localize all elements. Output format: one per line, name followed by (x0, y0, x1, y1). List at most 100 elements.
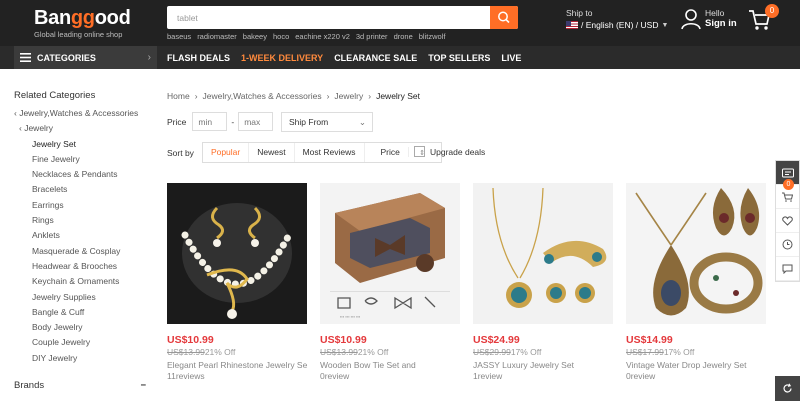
hot-word[interactable]: baseus (167, 32, 191, 41)
sort-bar: Sort by Popular Newest Most Reviews Pric… (167, 142, 443, 163)
ship-to-selector[interactable]: Ship to / English (EN) / USD ▼ (566, 8, 668, 30)
product-image[interactable] (626, 183, 766, 324)
wishlist-button[interactable] (776, 209, 799, 233)
product-title[interactable]: JASSY Luxury Jewelry Set (473, 360, 613, 370)
us-flag-icon (566, 21, 578, 29)
cart-icon (782, 192, 793, 202)
upgrade-deals-label: Upgrade deals (430, 146, 486, 157)
product-price: US$14.99 (626, 334, 673, 346)
caret-down-icon: ▼ (661, 21, 669, 29)
upgrade-deals-checkbox[interactable] (414, 146, 425, 157)
breadcrumb-jewelry-watches[interactable]: Jewelry,Watches & Accessories (203, 91, 322, 101)
refresh-icon (783, 383, 792, 393)
logo[interactable]: Banggood (34, 7, 131, 30)
rail-cart-badge: 0 (783, 179, 794, 190)
search-input[interactable] (167, 6, 487, 29)
service-button[interactable] (776, 257, 799, 281)
product-old-price: US$17.9917% Off (626, 347, 695, 357)
hot-word[interactable]: drone (394, 32, 413, 41)
sidebar-item[interactable]: Fine Jewelry (14, 152, 154, 167)
ship-to-label: Ship to (566, 8, 593, 18)
product-price: US$10.99 (167, 334, 214, 346)
search-bar (167, 6, 518, 29)
product-reviews[interactable]: 1review (473, 371, 613, 381)
product-card[interactable]: US$24.99 US$29.9917% Off JASSY Luxury Je… (473, 183, 613, 381)
rail-cart-button[interactable]: 0 (776, 179, 799, 209)
right-floating-toolbar: 0 (775, 160, 800, 282)
svg-text:▪▪▪ ▪▪▪ ▪▪▪ ▪▪▪: ▪▪▪ ▪▪▪ ▪▪▪ ▪▪▪ (340, 314, 361, 319)
brands-label: Brands (14, 380, 45, 391)
nav-top-sellers[interactable]: TOP SELLERS (428, 53, 490, 63)
nav-live[interactable]: LIVE (501, 53, 521, 63)
product-title[interactable]: Elegant Pearl Rhinestone Jewelry Set (167, 360, 307, 370)
hot-word[interactable]: hoco (273, 32, 289, 41)
sidebar-item[interactable]: Body Jewelry (14, 320, 154, 335)
sidebar-item[interactable]: Bracelets (14, 182, 154, 197)
categories-button[interactable]: CATEGORIES › (14, 46, 157, 69)
product-reviews[interactable]: 0review (320, 371, 460, 381)
sidebar-item[interactable]: DIY Jewelry (14, 351, 154, 366)
search-button[interactable] (490, 6, 518, 29)
product-card[interactable]: US$14.99 US$17.9917% Off Vintage Water D… (626, 183, 766, 381)
hot-word[interactable]: blitzwolf (419, 32, 446, 41)
sidebar-item[interactable]: Keychain & Ornaments (14, 274, 154, 289)
ship-from-label: Ship From (289, 117, 329, 127)
price-label: Price (167, 116, 187, 127)
brands-filter-toggle[interactable]: Brands − (14, 380, 146, 391)
sidebar-item[interactable]: Bangle & Cuff (14, 305, 154, 320)
product-title[interactable]: Vintage Water Drop Jewelry Set (626, 360, 766, 370)
breadcrumb-jewelry[interactable]: Jewelry (334, 91, 363, 101)
sidebar-item[interactable]: Anklets (14, 228, 154, 243)
product-card[interactable]: ▪▪▪ ▪▪▪ ▪▪▪ ▪▪▪ US$10.99 US$13.9921% Off… (320, 183, 460, 381)
ship-from-dropdown[interactable]: Ship From ⌄ (281, 112, 373, 132)
history-button[interactable] (776, 233, 799, 257)
sidebar-item[interactable]: Headwear & Brooches (14, 259, 154, 274)
upgrade-deals-filter[interactable]: Upgrade deals (414, 146, 485, 157)
account-menu[interactable]: Hello Sign in (681, 8, 737, 30)
sidebar-item-jewelry-set[interactable]: Jewelry Set (14, 137, 154, 152)
top-header: Banggood Global leading online shop base… (0, 0, 800, 46)
sidebar-item[interactable]: Masquerade & Cosplay (14, 244, 154, 259)
product-image[interactable] (473, 183, 613, 324)
breadcrumb-home[interactable]: Home (167, 91, 190, 101)
product-card[interactable]: US$10.99 US$13.9921% Off Elegant Pearl R… (167, 183, 307, 381)
breadcrumb-separator: › (368, 91, 372, 101)
nav-flash-deals[interactable]: FLASH DEALS (167, 53, 230, 63)
clock-icon (782, 239, 793, 250)
hot-word[interactable]: bakeey (243, 32, 267, 41)
sort-newest[interactable]: Newest (249, 143, 295, 162)
wooden-bow-tie-set-image: ▪▪▪ ▪▪▪ ▪▪▪ ▪▪▪ (320, 183, 460, 324)
sidebar-item[interactable]: Rings (14, 213, 154, 228)
nav-1-week-delivery[interactable]: 1-WEEK DELIVERY (241, 53, 323, 63)
chat-icon (782, 264, 793, 274)
product-reviews[interactable]: 0review (626, 371, 766, 381)
breadcrumb-separator: › (194, 91, 198, 101)
product-image[interactable]: ▪▪▪ ▪▪▪ ▪▪▪ ▪▪▪ (320, 183, 460, 324)
product-title[interactable]: Wooden Bow Tie Set and (320, 360, 460, 370)
coupon-icon (781, 168, 794, 177)
product-price: US$24.99 (473, 334, 520, 346)
product-image[interactable] (167, 183, 307, 324)
related-categories-title: Related Categories (14, 90, 96, 101)
hot-word[interactable]: radiomaster (197, 32, 237, 41)
product-reviews[interactable]: 11reviews (167, 371, 307, 381)
price-min-input[interactable] (192, 112, 228, 131)
sort-most-reviews[interactable]: Most Reviews (295, 143, 365, 162)
sidebar-item[interactable]: Jewelry Supplies (14, 290, 154, 305)
back-to-top-button[interactable] (775, 376, 800, 401)
sidebar-item[interactable]: Couple Jewelry (14, 335, 154, 350)
price-max-input[interactable] (238, 112, 274, 131)
sidebar-item[interactable]: Necklaces & Pendants (14, 167, 154, 182)
jassy-jewelry-set-image (473, 183, 613, 324)
sidebar-parent-jewelry[interactable]: ‹ Jewelry (14, 121, 154, 136)
product-old-price: US$13.9921% Off (320, 347, 389, 357)
nav-clearance-sale[interactable]: CLEARANCE SALE (334, 53, 417, 63)
pearl-jewelry-set-image (167, 183, 307, 324)
sidebar-parent-jewelry-watches[interactable]: ‹ Jewelry,Watches & Accessories (14, 106, 154, 121)
hot-word[interactable]: eachine x220 v2 (295, 32, 350, 41)
sidebar-item[interactable]: Earrings (14, 198, 154, 213)
hot-word[interactable]: 3d printer (356, 32, 388, 41)
vintage-water-drop-set-image (626, 183, 766, 324)
sign-in-link[interactable]: Sign in (705, 18, 737, 29)
sort-popular[interactable]: Popular (203, 143, 250, 162)
